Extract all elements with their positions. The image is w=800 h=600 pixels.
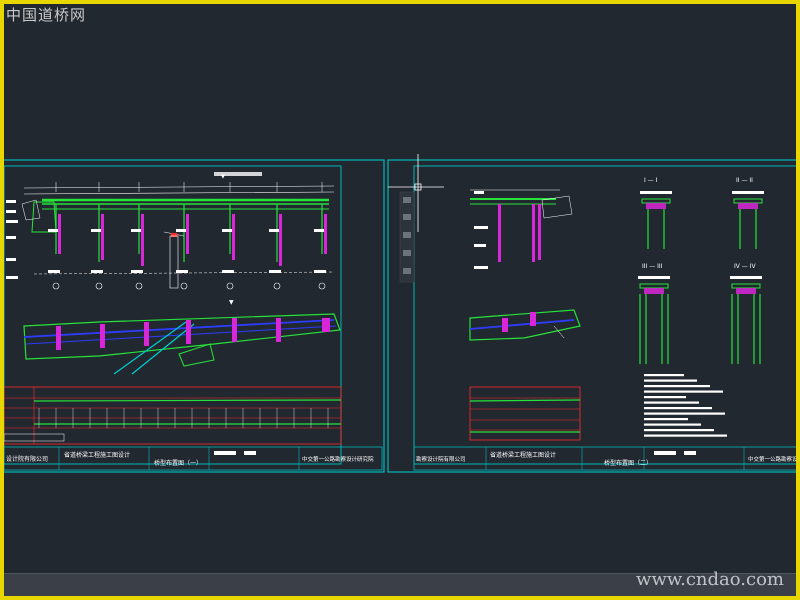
section-label-3: III — III [642, 263, 663, 270]
section-label-2: II — II [736, 177, 753, 184]
watermark-bottom: www.cndao.com [636, 569, 784, 590]
profile-table [4, 386, 342, 445]
bridge-elevation: ▼ ▼ [21, 172, 335, 306]
sheet1-right-title: 中交第一公路勘察设计研究院 [302, 455, 374, 463]
title-block-1: 设计院有限公司 省道桥梁工程施工图设计 桥型布置图（一） 中交第一公路勘察设计研… [4, 446, 383, 471]
sheet2-project: 省道桥梁工程施工图设计 [490, 451, 556, 459]
sheet2-right-title: 中交第一公路勘察设计 [748, 455, 796, 463]
sheet1-title: 桥型布置图（一） [154, 459, 202, 467]
section-label-4: IV — IV [734, 263, 756, 270]
section-label-1: I — I [644, 177, 658, 184]
bridge-plan [23, 313, 341, 375]
sheet-2: I — I II — II III — III IV — IV 勘察设计院有限公… [387, 159, 796, 473]
title-block-2: 勘察设计院有限公司 省道桥梁工程施工图设计 桥型布置图（二） 中交第一公路勘察设… [413, 446, 796, 471]
sheet2-title: 桥型布置图（二） [604, 459, 652, 467]
cross-sections: I — I II — II III — III IV — IV [638, 177, 764, 364]
sheet1-company: 设计院有限公司 [6, 455, 48, 463]
cad-viewport[interactable]: 中国道桥网 ▼ ▼ 设计院有限公司 省道桥梁工程施工图设计 桥型布置图（一） 中… [4, 4, 796, 596]
nav-strip[interactable] [399, 191, 415, 283]
sheet-1: ▼ ▼ 设计院有限公司 省道桥梁工程施工图设计 桥型布置图（一） 中交第一公路勘… [4, 159, 385, 473]
sheet1-project: 省道桥梁工程施工图设计 [64, 451, 130, 459]
design-notes [644, 374, 727, 437]
sheet2-company: 勘察设计院有限公司 [416, 455, 466, 463]
drawing-canvas[interactable]: ▼ ▼ 设计院有限公司 省道桥梁工程施工图设计 桥型布置图（一） 中交第一公路勘… [4, 4, 796, 596]
svg-text:▼: ▼ [229, 299, 234, 306]
